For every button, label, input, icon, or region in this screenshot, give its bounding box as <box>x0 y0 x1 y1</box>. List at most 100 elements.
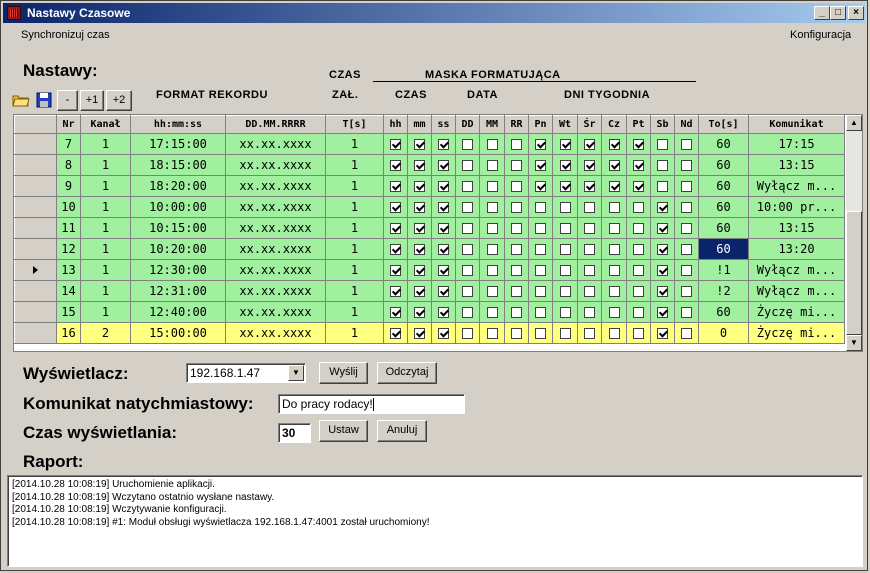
checkbox[interactable] <box>486 139 498 150</box>
cell-checkbox[interactable] <box>552 196 578 218</box>
cell-checkbox[interactable] <box>383 154 408 176</box>
checkbox[interactable] <box>559 265 571 276</box>
cell-checkbox[interactable] <box>552 154 578 176</box>
cell-komunikat[interactable]: Życzę mi... <box>748 322 845 344</box>
cell-checkbox[interactable] <box>577 259 602 281</box>
cell-checkbox[interactable] <box>650 301 675 323</box>
checkbox[interactable] <box>462 181 473 192</box>
cell-checkbox[interactable] <box>626 217 651 239</box>
table-row[interactable]: 12 1 10:20:00 xx.xx.xxxx 1 60 13:20 <box>14 238 845 260</box>
cell-checkbox[interactable] <box>407 259 432 281</box>
table-row[interactable]: 14 1 12:31:00 xx.xx.xxxx 1 !2 Wyłącz m... <box>14 280 845 302</box>
cell-checkbox[interactable] <box>577 322 602 344</box>
checkbox[interactable] <box>390 139 401 150</box>
cell-checkbox[interactable] <box>528 322 553 344</box>
cell-komunikat[interactable]: Życzę mi... <box>748 301 845 323</box>
checkbox[interactable] <box>511 265 522 276</box>
cell-checkbox[interactable] <box>528 154 553 176</box>
cell-checkbox[interactable] <box>431 133 456 155</box>
table-row[interactable]: 13 1 12:30:00 xx.xx.xxxx 1 !1 Wyłącz m... <box>14 259 845 281</box>
checkbox[interactable] <box>657 265 668 276</box>
cell-checkbox[interactable] <box>528 301 553 323</box>
cell-komunikat[interactable]: 17:15 <box>748 133 845 155</box>
cell-checkbox[interactable] <box>650 259 675 281</box>
cell-nr[interactable]: 15 <box>56 301 81 323</box>
checkbox[interactable] <box>535 181 546 192</box>
cell-nr[interactable]: 11 <box>56 217 81 239</box>
checkbox[interactable] <box>608 244 620 255</box>
cell-t[interactable]: 1 <box>325 133 384 155</box>
cell-t[interactable]: 1 <box>325 280 384 302</box>
cell-checkbox[interactable] <box>407 175 432 197</box>
checkbox[interactable] <box>608 265 620 276</box>
cell-checkbox[interactable] <box>383 322 408 344</box>
checkbox[interactable] <box>486 244 498 255</box>
cell-checkbox[interactable] <box>383 196 408 218</box>
cell-time[interactable]: 10:20:00 <box>130 238 226 260</box>
cell-checkbox[interactable] <box>601 301 627 323</box>
cell-to[interactable]: 60 <box>698 217 749 239</box>
checkbox[interactable] <box>559 307 571 318</box>
checkbox[interactable] <box>559 223 571 234</box>
checkbox[interactable] <box>462 244 473 255</box>
cell-checkbox[interactable] <box>479 301 505 323</box>
cell-t[interactable]: 1 <box>325 322 384 344</box>
cell-checkbox[interactable] <box>626 175 651 197</box>
checkbox[interactable] <box>633 223 644 234</box>
cell-time[interactable]: 12:30:00 <box>130 259 226 281</box>
checkbox[interactable] <box>559 244 571 255</box>
checkbox[interactable] <box>535 202 546 213</box>
cell-checkbox[interactable] <box>674 175 699 197</box>
column-header[interactable]: Śr <box>577 115 602 134</box>
column-header[interactable]: Nd <box>674 115 699 134</box>
cell-checkbox[interactable] <box>431 322 456 344</box>
checkbox[interactable] <box>633 286 644 297</box>
report-log[interactable]: [2014.10.28 10:08:19] Uruchomienie aplik… <box>7 475 863 567</box>
checkbox[interactable] <box>511 307 522 318</box>
checkbox[interactable] <box>535 307 546 318</box>
cell-checkbox[interactable] <box>650 133 675 155</box>
checkbox[interactable] <box>438 181 449 192</box>
cell-kanal[interactable]: 1 <box>80 154 131 176</box>
menu-synchronizuj[interactable]: Synchronizuj czas <box>21 29 110 41</box>
checkbox[interactable] <box>559 181 571 192</box>
row-header[interactable] <box>14 217 57 239</box>
cell-checkbox[interactable] <box>577 133 602 155</box>
checkbox[interactable] <box>608 286 620 297</box>
column-header[interactable]: T[s] <box>325 115 384 134</box>
cell-checkbox[interactable] <box>674 301 699 323</box>
cell-nr[interactable]: 16 <box>56 322 81 344</box>
cell-komunikat[interactable]: 13:20 <box>748 238 845 260</box>
column-header[interactable]: DD <box>455 115 480 134</box>
cell-checkbox[interactable] <box>455 217 480 239</box>
cell-checkbox[interactable] <box>528 238 553 260</box>
cell-checkbox[interactable] <box>479 175 505 197</box>
table-row[interactable]: 16 2 15:00:00 xx.xx.xxxx 1 0 Życzę mi... <box>14 322 845 344</box>
cell-t[interactable]: 1 <box>325 154 384 176</box>
cancel-button[interactable]: Anuluj <box>377 420 427 442</box>
cell-checkbox[interactable] <box>601 217 627 239</box>
checkbox[interactable] <box>486 181 498 192</box>
cell-date[interactable]: xx.xx.xxxx <box>225 301 326 323</box>
checkbox[interactable] <box>511 181 522 192</box>
cell-checkbox[interactable] <box>552 217 578 239</box>
cell-checkbox[interactable] <box>407 322 432 344</box>
cell-checkbox[interactable] <box>383 175 408 197</box>
column-header[interactable]: Pt <box>626 115 651 134</box>
cell-time[interactable]: 10:00:00 <box>130 196 226 218</box>
checkbox[interactable] <box>535 244 546 255</box>
checkbox[interactable] <box>681 328 692 339</box>
table-row[interactable]: 9 1 18:20:00 xx.xx.xxxx 1 60 Wyłącz m... <box>14 175 845 197</box>
cell-checkbox[interactable] <box>504 301 529 323</box>
cell-to[interactable]: 60 <box>698 133 749 155</box>
cell-komunikat[interactable]: Wyłącz m... <box>748 280 845 302</box>
cell-to[interactable]: 60 <box>698 175 749 197</box>
cell-date[interactable]: xx.xx.xxxx <box>225 322 326 344</box>
cell-checkbox[interactable] <box>383 217 408 239</box>
cell-t[interactable]: 1 <box>325 175 384 197</box>
checkbox[interactable] <box>438 223 449 234</box>
cell-nr[interactable]: 10 <box>56 196 81 218</box>
cell-checkbox[interactable] <box>552 301 578 323</box>
checkbox[interactable] <box>584 307 595 318</box>
cell-kanal[interactable]: 1 <box>80 280 131 302</box>
